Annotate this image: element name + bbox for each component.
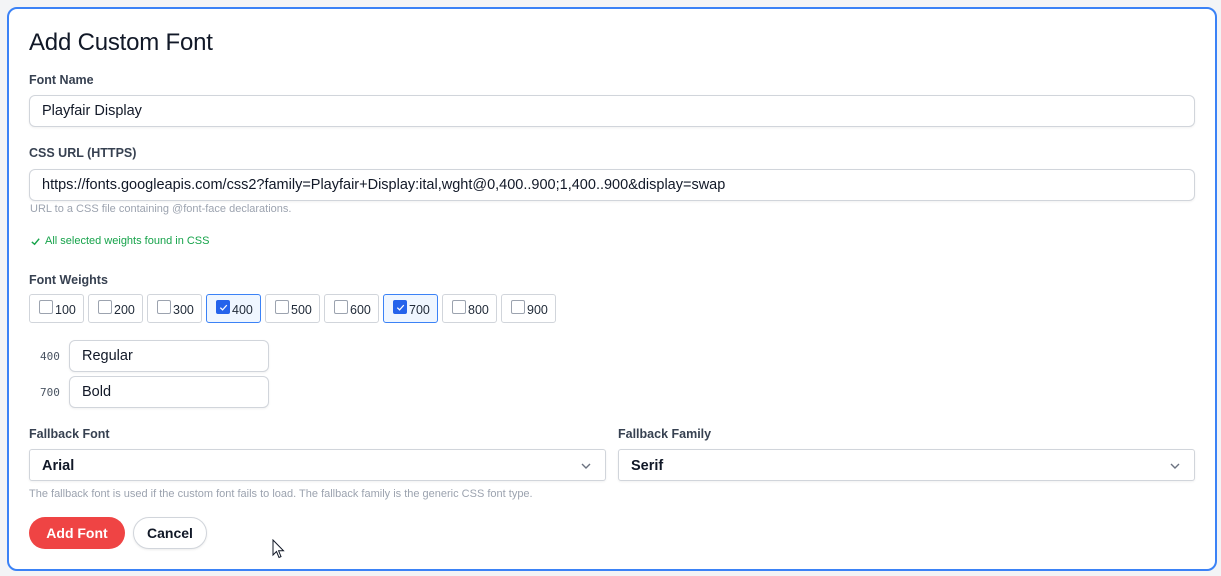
weight-option-800[interactable]: 800 xyxy=(442,294,497,323)
weight-option-300[interactable]: 300 xyxy=(147,294,202,323)
fallback-family-label: Fallback Family xyxy=(618,427,712,441)
add-font-button[interactable]: Add Font xyxy=(29,517,125,549)
weight-label: 300 xyxy=(173,303,194,317)
font-weights-label: Font Weights xyxy=(29,273,108,287)
weight-label: 500 xyxy=(291,303,312,317)
checkbox[interactable] xyxy=(39,300,53,314)
weight-label: 100 xyxy=(55,303,76,317)
fallback-family-select[interactable]: Serif xyxy=(618,449,1195,481)
weight-label: 400 xyxy=(232,303,253,317)
weight-option-700[interactable]: 700 xyxy=(383,294,438,323)
weight-name-input-700[interactable] xyxy=(69,376,269,408)
checkbox[interactable] xyxy=(275,300,289,314)
weight-label: 600 xyxy=(350,303,371,317)
font-name-input[interactable] xyxy=(29,95,1195,127)
checkbox[interactable] xyxy=(452,300,466,314)
weight-option-500[interactable]: 500 xyxy=(265,294,320,323)
weight-label: 700 xyxy=(409,303,430,317)
chevron-down-icon xyxy=(1170,463,1180,469)
weight-option-900[interactable]: 900 xyxy=(501,294,556,323)
font-name-label: Font Name xyxy=(29,73,94,87)
fallback-font-value: Arial xyxy=(42,458,75,474)
checkbox[interactable] xyxy=(157,300,171,314)
font-weights-group: 100 200 300 400 500 600 700 800 900 xyxy=(29,294,556,323)
weight-label: 800 xyxy=(468,303,489,317)
css-url-hint: URL to a CSS file containing @font-face … xyxy=(30,203,292,215)
checkbox[interactable] xyxy=(98,300,112,314)
fallback-family-value: Serif xyxy=(631,458,664,474)
css-url-status: All selected weights found in CSS xyxy=(30,235,209,247)
add-font-dialog: Add Custom Font Font Name CSS URL (HTTPS… xyxy=(7,7,1217,571)
weight-option-400[interactable]: 400 xyxy=(206,294,261,323)
checkbox[interactable] xyxy=(334,300,348,314)
mouse-cursor-icon xyxy=(272,539,285,559)
cancel-button[interactable]: Cancel xyxy=(133,517,207,549)
dialog-title: Add Custom Font xyxy=(29,29,213,56)
css-url-status-text: All selected weights found in CSS xyxy=(45,235,210,247)
check-icon xyxy=(31,237,40,245)
weight-label: 900 xyxy=(527,303,548,317)
checkbox[interactable] xyxy=(511,300,525,314)
fallback-font-select[interactable]: Arial xyxy=(29,449,606,481)
chevron-down-icon xyxy=(581,463,591,469)
weight-name-number: 400 xyxy=(40,350,60,363)
weight-name-input-400[interactable] xyxy=(69,340,269,372)
fallback-hint: The fallback font is used if the custom … xyxy=(29,488,533,500)
weight-option-100[interactable]: 100 xyxy=(29,294,84,323)
weight-option-600[interactable]: 600 xyxy=(324,294,379,323)
weight-option-200[interactable]: 200 xyxy=(88,294,143,323)
weight-name-number: 700 xyxy=(40,386,60,399)
css-url-input[interactable] xyxy=(29,169,1195,201)
fallback-font-label: Fallback Font xyxy=(29,427,110,441)
checkbox[interactable] xyxy=(393,300,407,314)
checkbox[interactable] xyxy=(216,300,230,314)
checkmark-icon xyxy=(396,304,405,311)
css-url-label: CSS URL (HTTPS) xyxy=(29,146,137,160)
weight-label: 200 xyxy=(114,303,135,317)
checkmark-icon xyxy=(219,304,228,311)
